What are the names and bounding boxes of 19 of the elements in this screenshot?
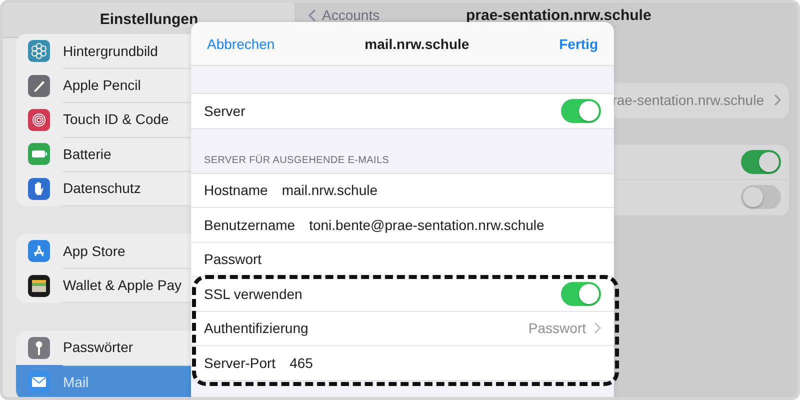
input-field[interactable]: toni.bente@prae-sentation.nrw.schule [309,216,544,233]
chevron-right-icon [594,322,601,334]
toggle-switch[interactable] [561,282,601,306]
field-label: Passwort [204,251,262,268]
done-button[interactable]: Fertig [559,32,598,56]
field-label: Server [204,102,246,119]
field-label: Authentifizierung [204,320,308,336]
toggle-switch[interactable] [741,185,781,210]
toggle-switch[interactable] [561,98,601,123]
toggle-switch[interactable] [741,150,781,174]
chevron-left-icon [308,8,316,22]
input-field[interactable]: mail.nrw.schule [282,182,378,198]
page-title: prae-sentation.nrw.schule [466,6,652,24]
dialog-title: mail.nrw.schule [364,36,470,52]
field-label: Hostname [204,182,268,198]
chevron-right-icon [774,94,781,106]
field-label: Benutzername [204,216,296,233]
field-label: SSL verwenden [204,286,302,302]
section-header: SERVER FÜR AUSGEHENDE E-MAILS [203,154,390,168]
